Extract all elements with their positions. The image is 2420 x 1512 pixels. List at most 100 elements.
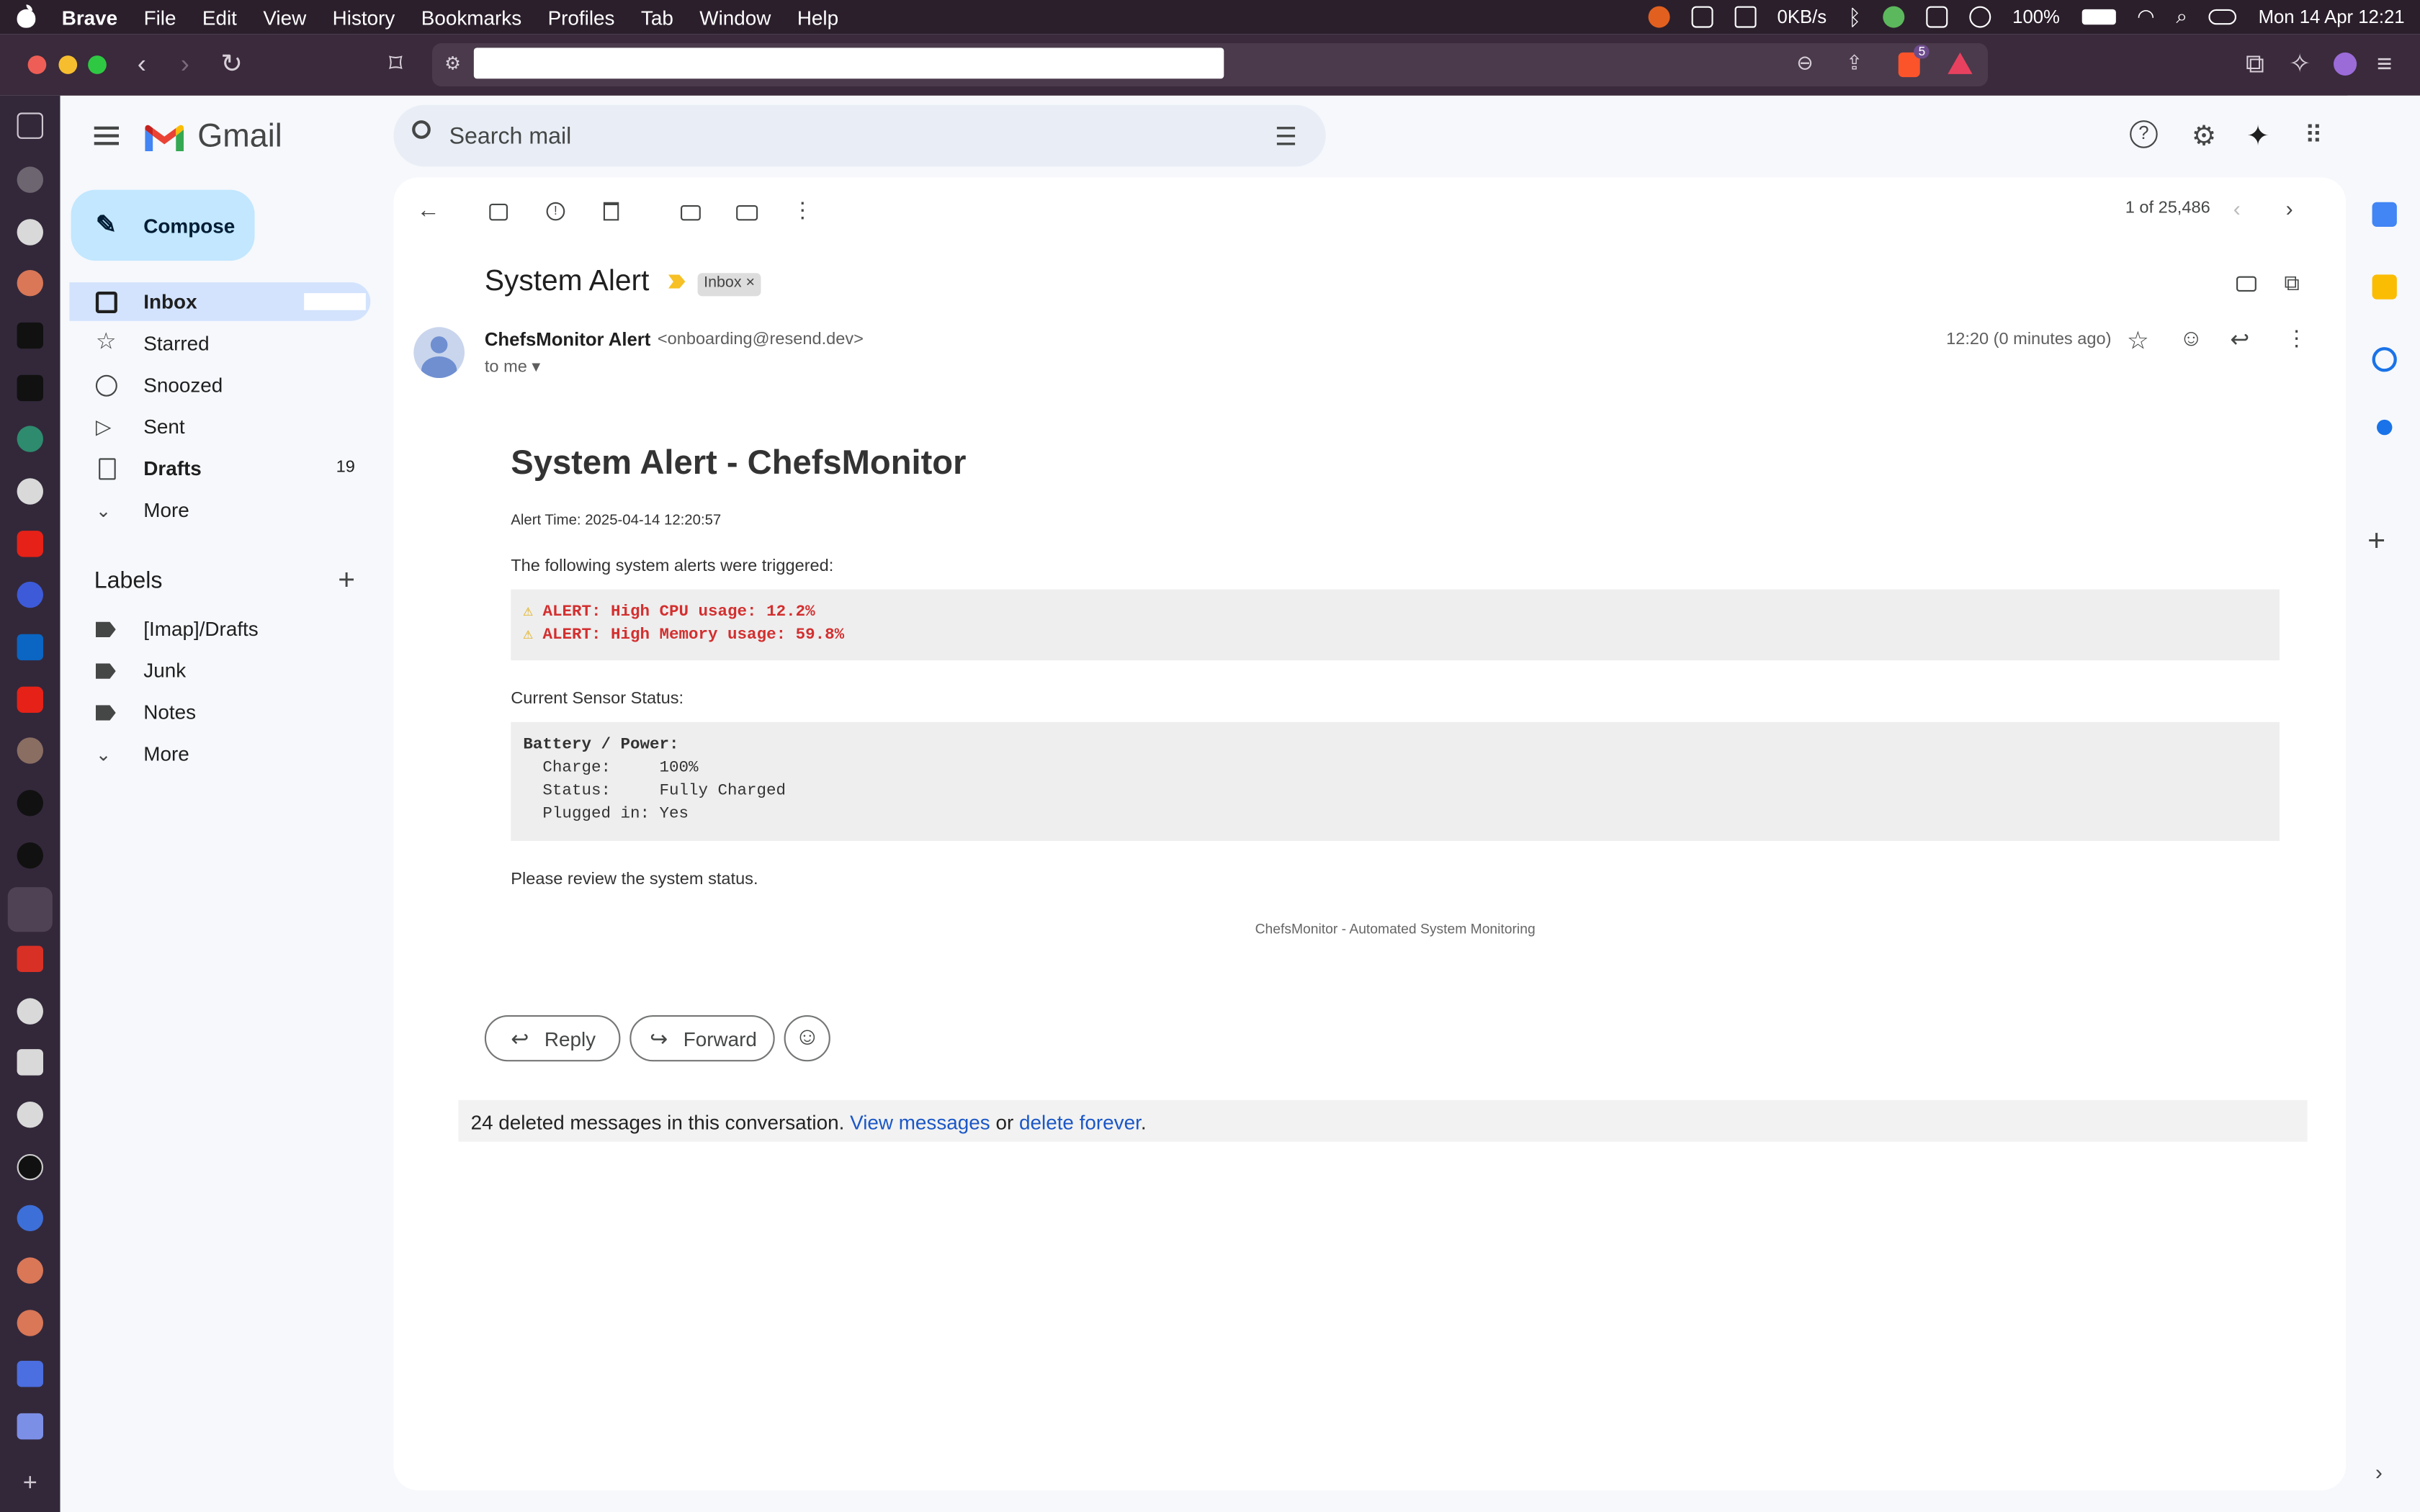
menu-profiles[interactable]: Profiles — [548, 6, 615, 29]
url-field[interactable] — [473, 48, 1224, 79]
chatgpt-icon[interactable] — [17, 1102, 44, 1128]
sender-name[interactable]: ChefsMonitor Alert — [485, 328, 650, 350]
github-icon[interactable] — [17, 1153, 44, 1181]
search-icon[interactable]: ⌕ — [2176, 4, 2187, 29]
delete-forever-link[interactable]: delete forever — [1019, 1111, 1141, 1134]
compose-button[interactable]: ✎ Compose — [71, 189, 255, 261]
search-input[interactable]: Search mail — [449, 123, 572, 149]
close-window-button[interactable] — [27, 55, 47, 74]
claude-icon[interactable] — [17, 1310, 44, 1336]
mark-unread-icon[interactable] — [681, 205, 701, 221]
menu-file[interactable]: File — [144, 6, 176, 29]
menu-bookmarks[interactable]: Bookmarks — [421, 6, 521, 29]
open-new-window-icon[interactable]: ⧉ — [2284, 270, 2305, 294]
sidebar-app-icon[interactable] — [17, 737, 44, 764]
clipboard-icon[interactable] — [1734, 6, 1756, 28]
nav-snoozed[interactable]: Snoozed — [69, 366, 370, 405]
control-center-icon[interactable] — [2208, 9, 2237, 25]
chatgpt-icon[interactable] — [17, 478, 44, 505]
back-arrow-icon[interactable]: ← — [417, 197, 440, 223]
docs-icon[interactable] — [17, 1361, 44, 1387]
apps-grid-icon[interactable]: ⠿ — [2297, 120, 2331, 154]
forward-button[interactable]: ↪ Forward — [629, 1015, 775, 1062]
calendar-icon[interactable] — [2372, 202, 2397, 227]
nav-sent[interactable]: ▷ Sent — [69, 408, 370, 446]
delete-icon[interactable] — [603, 202, 619, 221]
remove-label-icon[interactable]: × — [746, 274, 756, 292]
emoji-react-button[interactable]: ☺ — [784, 1015, 830, 1062]
reply-icon[interactable]: ↩ — [2230, 325, 2251, 353]
label-junk[interactable]: Junk — [69, 651, 370, 690]
sidebar-app-icon[interactable] — [17, 1205, 44, 1231]
menu-window[interactable]: Window — [699, 6, 771, 29]
apple-icon[interactable] — [15, 4, 37, 29]
menu-view[interactable]: View — [263, 6, 306, 29]
menu-app[interactable]: Brave — [62, 6, 117, 29]
print-icon[interactable] — [2236, 276, 2257, 292]
linkedin-icon[interactable] — [17, 634, 44, 661]
extensions-icon[interactable]: ⧉ — [2246, 50, 2264, 81]
profile-icon[interactable] — [2334, 52, 2357, 76]
menu-tab[interactable]: Tab — [641, 6, 673, 29]
help-icon[interactable]: ? — [2130, 120, 2158, 148]
tasks-icon[interactable] — [2372, 347, 2397, 372]
back-icon[interactable]: ‹ — [138, 50, 146, 81]
gmail-icon[interactable] — [7, 887, 53, 932]
status-app-icon[interactable] — [1647, 6, 1670, 28]
gmail-logo-icon[interactable] — [143, 123, 185, 154]
nav-starred[interactable]: ☆ Starred — [69, 324, 370, 363]
zoom-icon[interactable]: ⊖ — [1796, 51, 1813, 76]
contacts-icon[interactable] — [2377, 419, 2393, 436]
sidebar-toggle-icon[interactable] — [17, 112, 44, 139]
sidebar-app-icon[interactable] — [17, 1049, 44, 1076]
leo-icon[interactable]: ✧ — [2289, 50, 2311, 81]
reply-button[interactable]: ↩ Reply — [484, 1015, 621, 1062]
wordpress-icon[interactable] — [17, 581, 44, 608]
archive-icon[interactable] — [489, 203, 508, 221]
share-icon[interactable]: ⇪ — [1846, 51, 1863, 76]
notion-icon[interactable] — [1883, 6, 1905, 28]
labels-more[interactable]: ⌄ More — [69, 734, 370, 773]
brave-rewards-icon[interactable] — [1948, 52, 1973, 74]
recipients-toggle[interactable]: to me ▾ — [485, 356, 540, 377]
r-app-icon[interactable] — [17, 322, 44, 349]
newer-icon[interactable]: ‹ — [2233, 196, 2255, 220]
gmail-icon[interactable] — [17, 945, 44, 972]
send-icon[interactable] — [17, 1413, 44, 1440]
claude-icon[interactable] — [17, 1257, 44, 1284]
youtube-icon[interactable] — [17, 531, 44, 557]
label-imap-drafts[interactable]: [Imap]/Drafts — [69, 609, 370, 648]
contacts-icon[interactable] — [1926, 6, 1948, 28]
get-addons-icon[interactable]: + — [2367, 525, 2385, 560]
add-icon[interactable]: + — [17, 1470, 43, 1496]
settings-icon[interactable]: ⚙ — [2187, 120, 2220, 154]
search-bar[interactable]: Search mail ☰ — [393, 104, 1326, 167]
address-bar[interactable]: ⚙ ⊖ ⇪ 5 — [432, 43, 1988, 86]
clock[interactable]: Mon 14 Apr 12:21 — [2259, 6, 2405, 28]
star-icon[interactable]: ☆ — [2127, 325, 2149, 354]
search-icon[interactable] — [412, 120, 431, 139]
site-settings-icon[interactable]: ⚙ — [444, 53, 461, 74]
gemini-icon[interactable]: ✦ — [2241, 120, 2275, 154]
sidebar-app-icon[interactable] — [17, 790, 44, 816]
user-icon[interactable] — [1969, 6, 1991, 28]
main-menu-icon[interactable] — [94, 126, 119, 145]
maximize-window-button[interactable] — [88, 55, 107, 74]
r-app-icon[interactable] — [17, 374, 44, 402]
nav-more[interactable]: ⌄ More — [69, 490, 370, 529]
older-icon[interactable]: › — [2286, 196, 2308, 220]
chatgpt-icon[interactable] — [17, 219, 44, 246]
layers-icon[interactable] — [1690, 6, 1713, 28]
battery-icon[interactable] — [2081, 9, 2116, 25]
sidebar-app-icon[interactable] — [17, 842, 44, 869]
view-messages-link[interactable]: View messages — [850, 1111, 990, 1134]
menu-history[interactable]: History — [333, 6, 395, 29]
more-vert-icon[interactable]: ⋮ — [792, 197, 813, 222]
more-vert-icon[interactable]: ⋮ — [2286, 325, 2308, 350]
add-label-icon[interactable]: + — [338, 564, 355, 598]
nav-drafts[interactable]: Drafts 19 — [69, 449, 370, 488]
nav-inbox[interactable]: Inbox — [69, 282, 371, 321]
menu-edit[interactable]: Edit — [202, 6, 237, 29]
sidebar-app-icon[interactable] — [17, 166, 44, 193]
youtube-icon[interactable] — [17, 686, 44, 713]
